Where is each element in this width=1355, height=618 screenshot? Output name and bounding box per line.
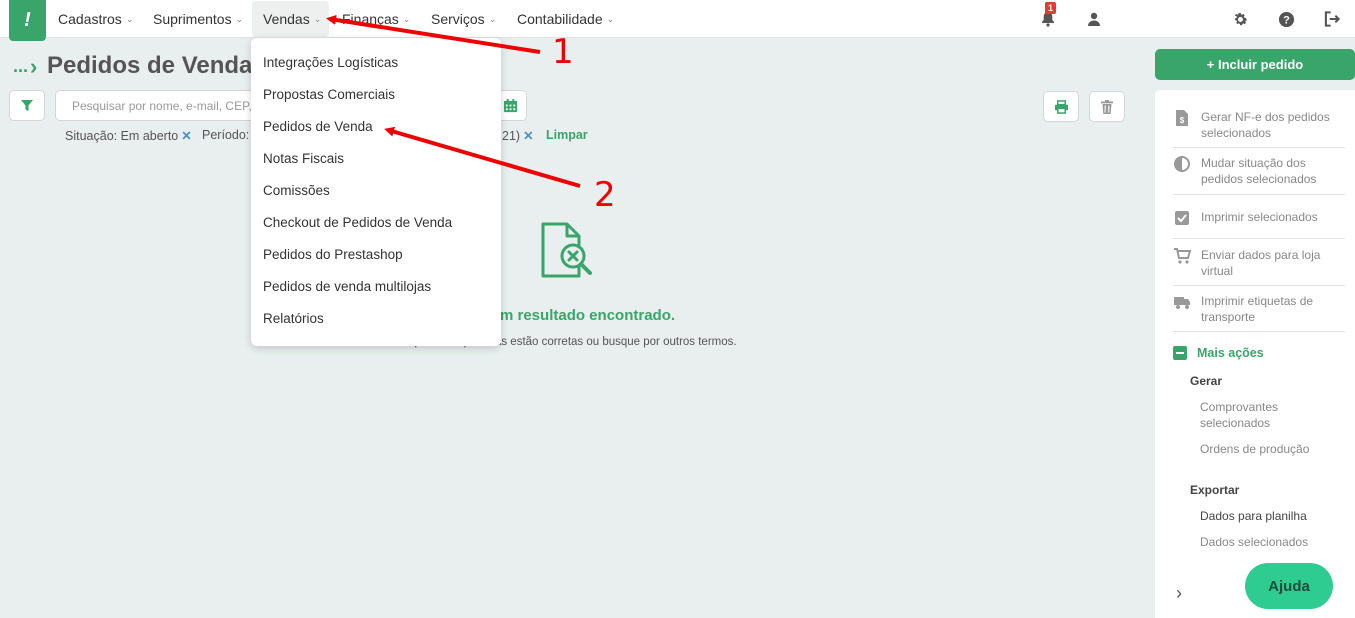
search-field[interactable]	[55, 90, 255, 121]
close-icon[interactable]: ✕	[523, 129, 533, 143]
divider	[1173, 147, 1345, 148]
search-input[interactable]	[72, 98, 255, 113]
top-navigation-bar: ! Cadastros ⌄ Suprimentos ⌄ Vendas ⌄ Finanç…	[0, 0, 1355, 41]
annotation-label-1: 1	[552, 32, 574, 72]
trash-icon	[1101, 99, 1113, 114]
nav-servicos[interactable]: Serviços ⌄	[427, 0, 500, 38]
chevron-down-icon: ⌄	[402, 13, 411, 24]
action-send-store[interactable]: Enviar dados para loja virtual	[1173, 247, 1345, 279]
nav-financas-label: Finanças	[342, 11, 399, 27]
nav-suprimentos-label: Suprimentos	[153, 11, 232, 27]
action-change-status[interactable]: Mudar situação dos pedidos selecionados	[1173, 155, 1345, 187]
divider	[1173, 238, 1345, 239]
notification-badge: 1	[1045, 2, 1056, 14]
action-print-labels-label: Imprimir etiquetas de transporte	[1201, 294, 1314, 324]
menu-item-pedidos-de-venda[interactable]: Pedidos de Venda	[251, 111, 501, 143]
chevron-down-icon: ⌄	[606, 13, 615, 24]
menu-item-pedidos-multilojas[interactable]: Pedidos de venda multilojas	[251, 271, 501, 303]
half-circle-icon	[1174, 156, 1190, 172]
action-change-status-label: Mudar situação dos pedidos selecionados	[1201, 156, 1317, 186]
chevron-right-icon[interactable]: ›	[1176, 583, 1182, 604]
filter-button[interactable]	[9, 90, 45, 121]
action-print-labels[interactable]: Imprimir etiquetas de transporte	[1173, 293, 1345, 325]
actions-side-panel: $ Gerar NF-e dos pedidos selecionados Mu…	[1155, 90, 1355, 618]
section-exportar: Exportar	[1190, 483, 1240, 497]
divider	[1173, 285, 1345, 286]
nav-vendas[interactable]: Vendas ⌄	[252, 1, 330, 37]
print-button[interactable]	[1043, 91, 1079, 122]
divider	[1173, 331, 1345, 332]
filter-chip-situacao-label: Situação: Em aberto	[65, 129, 179, 143]
action-generate-nfe-label: Gerar NF-e dos pedidos selecionados	[1201, 110, 1330, 140]
action-export-selected[interactable]: Dados selecionados	[1200, 534, 1340, 550]
help-icon[interactable]: ?	[1276, 9, 1296, 29]
svg-text:$: $	[1180, 116, 1185, 125]
vendas-dropdown-menu: Integrações Logísticas Propostas Comerci…	[251, 38, 501, 346]
empty-state-title: m resultado encontrado.	[500, 307, 676, 324]
menu-item-comissoes[interactable]: Comissões	[251, 175, 501, 207]
breadcrumb-chevron-icon: ›	[30, 54, 38, 79]
nav-financas[interactable]: Finanças ⌄	[338, 0, 414, 38]
filter-chip-periodo-label: Período:	[202, 128, 250, 142]
divider	[1173, 194, 1345, 195]
menu-item-checkout-pedidos[interactable]: Checkout de Pedidos de Venda	[251, 207, 501, 239]
filter-chip-situacao: Situação: Em aberto ✕	[65, 128, 192, 143]
add-order-button[interactable]: + Incluir pedido	[1155, 49, 1355, 80]
menu-item-pedidos-prestashop[interactable]: Pedidos do Prestashop	[251, 239, 501, 271]
action-send-store-label: Enviar dados para loja virtual	[1201, 248, 1321, 278]
chevron-down-icon: ⌄	[125, 13, 134, 24]
breadcrumb-ellipsis[interactable]: ...	[13, 56, 28, 77]
nav-contabilidade-label: Contabilidade	[517, 11, 603, 27]
chevron-down-icon: ⌄	[313, 13, 322, 24]
clear-filters-link[interactable]: Limpar	[546, 128, 588, 142]
action-print-selected-label: Imprimir selecionados	[1201, 210, 1318, 224]
more-actions-toggle[interactable]: Mais ações	[1173, 346, 1264, 360]
calendar-icon	[503, 98, 518, 113]
svg-text:?: ?	[1283, 14, 1290, 26]
checkbox-icon	[1175, 211, 1189, 225]
menu-item-notas-fiscais[interactable]: Notas Fiscais	[251, 143, 501, 175]
section-gerar: Gerar	[1190, 374, 1223, 388]
action-ordens-producao[interactable]: Ordens de produção	[1200, 441, 1340, 457]
menu-item-propostas-comerciais[interactable]: Propostas Comerciais	[251, 79, 501, 111]
filter-chip-periodo: Período:	[202, 128, 249, 142]
close-icon[interactable]: ✕	[181, 129, 191, 143]
nav-cadastros-label: Cadastros	[58, 11, 122, 27]
page-title: Pedidos de Venda	[47, 52, 253, 79]
truck-icon	[1174, 297, 1190, 309]
action-comprovantes[interactable]: Comprovantes selecionados	[1200, 399, 1340, 431]
app-logo[interactable]: !	[9, 0, 46, 41]
invoice-icon: $	[1176, 110, 1188, 126]
nav-vendas-label: Vendas	[263, 11, 310, 27]
menu-item-relatorios[interactable]: Relatórios	[251, 303, 501, 335]
filter-icon	[21, 99, 33, 111]
nav-suprimentos[interactable]: Suprimentos ⌄	[149, 0, 247, 38]
nav-cadastros[interactable]: Cadastros ⌄	[54, 0, 137, 38]
action-generate-nfe[interactable]: $ Gerar NF-e dos pedidos selecionados	[1173, 109, 1345, 141]
gear-icon[interactable]	[1230, 9, 1250, 29]
filter-chip-periodo-tail-label: 21)	[502, 129, 521, 143]
user-icon[interactable]	[1084, 9, 1104, 29]
chevron-down-icon: ⌄	[235, 13, 244, 24]
help-button[interactable]: Ajuda	[1245, 563, 1333, 609]
chevron-down-icon: ⌄	[488, 13, 497, 24]
delete-button[interactable]	[1089, 91, 1125, 122]
logout-icon[interactable]	[1322, 9, 1342, 29]
more-actions-label: Mais ações	[1197, 346, 1264, 360]
document-search-icon	[541, 222, 592, 278]
action-print-selected[interactable]: Imprimir selecionados	[1173, 209, 1345, 227]
cart-icon	[1174, 248, 1191, 264]
menu-item-integracoes-logisticas[interactable]: Integrações Logísticas	[251, 47, 501, 79]
annotation-label-2: 2	[594, 175, 616, 215]
nav-servicos-label: Serviços	[431, 11, 485, 27]
action-export-spreadsheet[interactable]: Dados para planilha	[1200, 508, 1340, 524]
filter-chip-periodo-tail: 21) ✕	[502, 128, 534, 143]
minus-square-icon	[1173, 346, 1187, 360]
printer-icon	[1054, 99, 1068, 114]
